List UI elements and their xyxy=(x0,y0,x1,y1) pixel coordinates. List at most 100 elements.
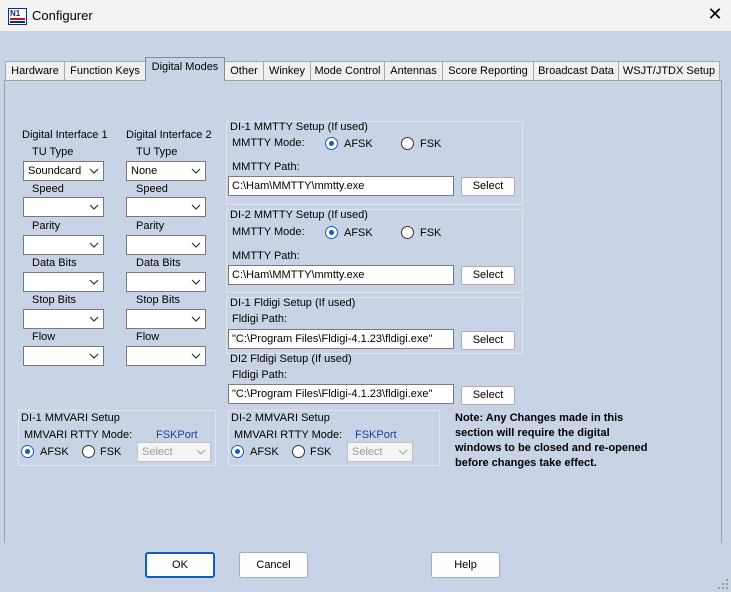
di1-speed-label: Speed xyxy=(32,183,64,195)
chevron-down-icon xyxy=(191,204,201,210)
chevron-down-icon xyxy=(398,449,408,455)
di2-mmtty-fsk-label: FSK xyxy=(420,227,442,239)
di1-data-bits-label: Data Bits xyxy=(32,257,77,269)
di1-mmvari-fskport-label: FSKPort xyxy=(156,429,198,441)
di2-mmvari-mode-label: MMVARI RTTY Mode: xyxy=(234,429,343,441)
di2-parity-select[interactable] xyxy=(126,235,206,255)
tab-hardware[interactable]: Hardware xyxy=(5,61,65,80)
di1-fldigi-path-label: Fldigi Path: xyxy=(232,313,288,325)
chevron-down-icon xyxy=(191,316,201,322)
tab-antennas[interactable]: Antennas xyxy=(384,61,443,80)
di1-tu-type-label: TU Type xyxy=(32,146,74,158)
di1-mmtty-afsk-radio[interactable] xyxy=(325,137,338,150)
di1-mmtty-fsk-radio[interactable] xyxy=(401,137,414,150)
help-button[interactable]: Help xyxy=(431,552,500,578)
di1-data-bits-select[interactable] xyxy=(23,272,104,292)
di1-flow-select[interactable] xyxy=(23,346,104,366)
di1-stop-bits-label: Stop Bits xyxy=(32,294,77,306)
di1-mmtty-fsk-label: FSK xyxy=(420,138,442,150)
app-logo-icon: N1 xyxy=(8,8,27,25)
title-bar xyxy=(0,0,731,31)
di2-parity-label: Parity xyxy=(136,220,165,232)
button-bar: OK Cancel Help xyxy=(0,543,731,592)
chevron-down-icon xyxy=(89,204,99,210)
ok-button[interactable]: OK xyxy=(145,552,215,578)
changes-note: Note: Any Changes made in this section w… xyxy=(455,412,648,469)
di1-header: Digital Interface 1 xyxy=(22,129,108,141)
di2-mmtty-fsk-radio[interactable] xyxy=(401,226,414,239)
di2-speed-select[interactable] xyxy=(126,197,206,217)
di1-fldigi-path-field[interactable]: "C:\Program Files\Fldigi-4.1.23\fldigi.e… xyxy=(228,329,454,349)
di1-mmvari-afsk-radio[interactable] xyxy=(21,445,34,458)
di2-tu-type-select[interactable]: None xyxy=(126,161,206,181)
di2-fldigi-select-button[interactable]: Select xyxy=(461,386,515,405)
tab-mode-control[interactable]: Mode Control xyxy=(310,61,385,80)
chevron-down-icon xyxy=(89,242,99,248)
di2-data-bits-select[interactable] xyxy=(126,272,206,292)
tab-digital-modes[interactable]: Digital Modes xyxy=(145,57,225,81)
di2-mmtty-afsk-label: AFSK xyxy=(344,227,373,239)
di1-mmtty-select-button[interactable]: Select xyxy=(461,177,515,196)
di2-mmvari-fskport-label: FSKPort xyxy=(355,429,397,441)
chevron-down-icon xyxy=(89,168,99,174)
di2-mmvari-title: DI-2 MMVARI Setup xyxy=(231,412,330,424)
tab-broadcast-data[interactable]: Broadcast Data xyxy=(533,61,619,80)
di2-fldigi-path-label: Fldigi Path: xyxy=(232,369,288,381)
di1-mmtty-afsk-label: AFSK xyxy=(344,138,373,150)
tab-other[interactable]: Other xyxy=(224,61,264,80)
window-title: Configurer xyxy=(32,8,93,23)
chevron-down-icon xyxy=(191,242,201,248)
di1-parity-select[interactable] xyxy=(23,235,104,255)
di2-speed-label: Speed xyxy=(136,183,168,195)
di2-mmvari-afsk-label: AFSK xyxy=(250,446,279,458)
di1-mmvari-afsk-label: AFSK xyxy=(40,446,69,458)
di2-header: Digital Interface 2 xyxy=(126,129,212,141)
tab-function-keys[interactable]: Function Keys xyxy=(64,61,146,80)
di2-mmvari-fskport-select[interactable]: Select xyxy=(347,442,413,462)
di2-tu-type-label: TU Type xyxy=(136,146,178,158)
di1-mmvari-fskport-select[interactable]: Select xyxy=(137,442,211,462)
di2-mmvari-afsk-radio[interactable] xyxy=(231,445,244,458)
di1-mmvari-fsk-radio[interactable] xyxy=(82,445,95,458)
di2-flow-select[interactable] xyxy=(126,346,206,366)
di1-fldigi-title: DI-1 Fldigi Setup (If used) xyxy=(230,297,356,309)
chevron-down-icon xyxy=(89,279,99,285)
di1-mmtty-mode-label: MMTTY Mode: xyxy=(232,137,305,149)
tab-strip: Hardware Function Keys Digital Modes Oth… xyxy=(5,57,720,81)
di2-stop-bits-select[interactable] xyxy=(126,309,206,329)
tab-winkey[interactable]: Winkey xyxy=(263,61,311,80)
di1-parity-label: Parity xyxy=(32,220,61,232)
di1-speed-select[interactable] xyxy=(23,197,104,217)
di1-mmtty-path-field[interactable]: C:\Ham\MMTTY\mmtty.exe xyxy=(228,176,454,196)
di2-mmtty-select-button[interactable]: Select xyxy=(461,266,515,285)
tab-score-reporting[interactable]: Score Reporting xyxy=(442,61,534,80)
cancel-button[interactable]: Cancel xyxy=(239,552,308,578)
di1-mmtty-path-label: MMTTY Path: xyxy=(232,161,300,173)
di2-mmvari-fsk-radio[interactable] xyxy=(292,445,305,458)
di1-mmvari-title: DI-1 MMVARI Setup xyxy=(21,412,120,424)
di1-fldigi-select-button[interactable]: Select xyxy=(461,331,515,350)
chevron-down-icon xyxy=(89,316,99,322)
di2-data-bits-label: Data Bits xyxy=(136,257,181,269)
di2-mmtty-title: DI-2 MMTTY Setup (If used) xyxy=(230,209,368,221)
di2-flow-label: Flow xyxy=(136,331,160,343)
chevron-down-icon xyxy=(191,279,201,285)
resize-grip-icon[interactable] xyxy=(718,579,729,590)
di1-stop-bits-select[interactable] xyxy=(23,309,104,329)
close-icon[interactable]: ✕ xyxy=(704,3,726,25)
di1-flow-label: Flow xyxy=(32,331,56,343)
di2-fldigi-title: DI2 Fldigi Setup (If used) xyxy=(230,353,352,365)
digital-modes-panel: Digital Interface 1 TU Type Soundcard Sp… xyxy=(4,80,722,545)
di2-stop-bits-label: Stop Bits xyxy=(136,294,181,306)
chevron-down-icon xyxy=(191,353,201,359)
chevron-down-icon xyxy=(196,449,206,455)
di1-tu-type-select[interactable]: Soundcard xyxy=(23,161,104,181)
di1-mmtty-title: DI-1 MMTTY Setup (If used) xyxy=(230,121,368,133)
di2-mmvari-fsk-label: FSK xyxy=(310,446,332,458)
di2-mmtty-afsk-radio[interactable] xyxy=(325,226,338,239)
tab-wsjt-jtdx-setup[interactable]: WSJT/JTDX Setup xyxy=(618,61,720,80)
di1-mmvari-mode-label: MMVARI RTTY Mode: xyxy=(24,429,133,441)
di2-fldigi-path-field[interactable]: "C:\Program Files\Fldigi-4.1.23\fldigi.e… xyxy=(228,384,454,404)
di2-mmtty-path-field[interactable]: C:\Ham\MMTTY\mmtty.exe xyxy=(228,265,454,285)
chevron-down-icon xyxy=(191,168,201,174)
